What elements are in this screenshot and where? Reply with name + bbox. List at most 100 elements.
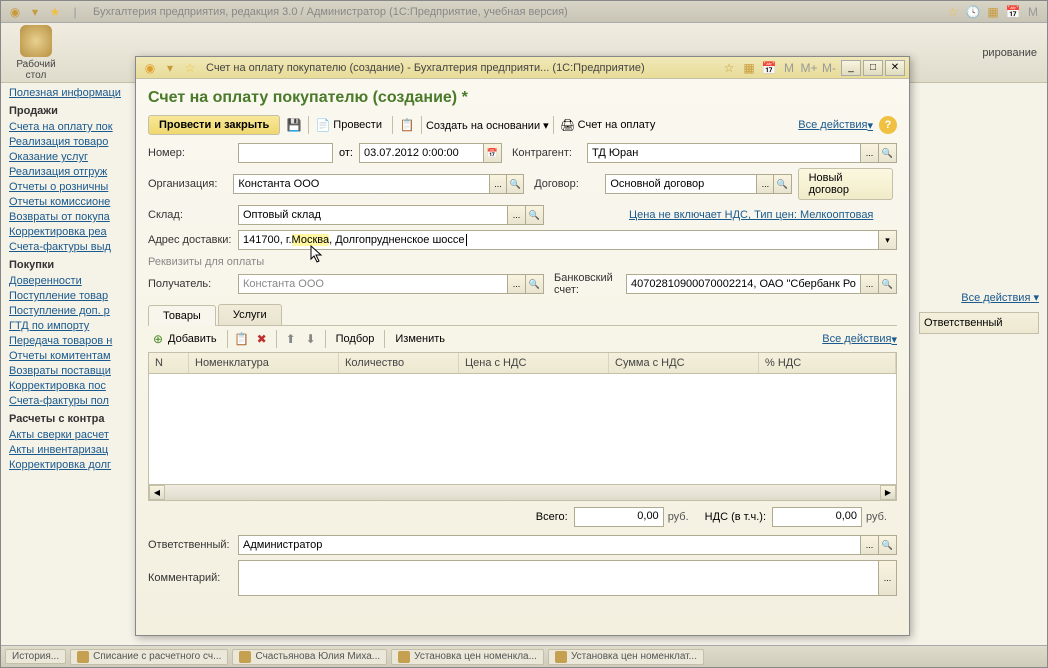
- star-icon[interactable]: ★: [47, 4, 63, 20]
- tool-icon[interactable]: M-: [821, 60, 837, 76]
- star-icon[interactable]: ☆: [182, 60, 198, 76]
- up-icon[interactable]: ⬆: [283, 331, 299, 347]
- select-button[interactable]: ...: [490, 174, 507, 194]
- grid-body[interactable]: [149, 374, 896, 484]
- help-icon[interactable]: ?: [879, 116, 897, 134]
- bank-input[interactable]: [626, 274, 861, 294]
- down-icon[interactable]: ⬇: [303, 331, 319, 347]
- new-contract-button[interactable]: Новый договор: [798, 168, 893, 200]
- copy-icon[interactable]: 📋: [234, 331, 250, 347]
- post-button[interactable]: Провести: [333, 119, 382, 131]
- number-input[interactable]: [238, 143, 333, 163]
- sidebar-item[interactable]: Передача товаров н: [9, 335, 146, 347]
- col-nomenclature[interactable]: Номенклатура: [189, 353, 339, 373]
- tool-icon[interactable]: 📅: [761, 60, 777, 76]
- clock-icon[interactable]: 🕓: [965, 4, 981, 20]
- scroll-right[interactable]: ▶: [880, 485, 896, 500]
- search-button[interactable]: 🔍: [507, 174, 524, 194]
- sidebar-item[interactable]: Счета-фактуры пол: [9, 395, 146, 407]
- sidebar-item[interactable]: Счета-фактуры выд: [9, 241, 146, 253]
- tool-icon[interactable]: M+: [801, 60, 817, 76]
- col-vat[interactable]: % НДС: [759, 353, 896, 373]
- save-icon[interactable]: 💾: [286, 117, 302, 133]
- select-button[interactable]: Подбор: [336, 333, 375, 345]
- create-based-button[interactable]: Создать на основании ▾: [426, 119, 549, 132]
- desktop-button[interactable]: Рабочий стол: [11, 25, 61, 81]
- sidebar-item[interactable]: Поступление доп. р: [9, 305, 146, 317]
- select-button[interactable]: ...: [861, 535, 879, 555]
- scroll-left[interactable]: ◀: [149, 485, 165, 500]
- all-actions-link[interactable]: Все действия ▾: [822, 333, 897, 346]
- sidebar-item[interactable]: Возвраты от покупа: [9, 211, 146, 223]
- sidebar-item[interactable]: Счета на оплату пок: [9, 121, 146, 133]
- sidebar-item[interactable]: Корректировка реа: [9, 226, 146, 238]
- search-button[interactable]: 🔍: [526, 205, 544, 225]
- maximize-button[interactable]: □: [863, 60, 883, 76]
- col-price[interactable]: Цена с НДС: [459, 353, 609, 373]
- delete-icon[interactable]: ✖: [254, 331, 270, 347]
- edit-button[interactable]: Изменить: [395, 333, 445, 345]
- search-button[interactable]: 🔍: [879, 143, 897, 163]
- minimize-button[interactable]: _: [841, 60, 861, 76]
- search-button[interactable]: 🔍: [526, 274, 544, 294]
- status-task[interactable]: Списание с расчетного сч...: [70, 649, 228, 665]
- dropdown-button[interactable]: ▾: [879, 230, 897, 250]
- sidebar-item[interactable]: Поступление товар: [9, 290, 146, 302]
- sidebar-item[interactable]: Реализация товаро: [9, 136, 146, 148]
- recipient-input[interactable]: [238, 274, 508, 294]
- col-sum[interactable]: Сумма с НДС: [609, 353, 759, 373]
- date-input[interactable]: [359, 143, 484, 163]
- post-and-close-button[interactable]: Провести и закрыть: [148, 115, 280, 135]
- sidebar-info-link[interactable]: Полезная информаци: [9, 87, 146, 99]
- all-actions-link[interactable]: Все действия ▾: [919, 291, 1039, 304]
- select-button[interactable]: ...: [508, 274, 526, 294]
- price-note-link[interactable]: Цена не включает НДС, Тип цен: Мелкоопто…: [629, 209, 873, 221]
- select-button[interactable]: ...: [757, 174, 774, 194]
- post-icon[interactable]: 📄: [315, 117, 331, 133]
- sidebar-item[interactable]: Акты инвентаризац: [9, 444, 146, 456]
- add-button[interactable]: Добавить: [168, 333, 217, 345]
- search-button[interactable]: 🔍: [879, 274, 897, 294]
- sidebar-item[interactable]: Корректировка долг: [9, 459, 146, 471]
- fav-icon[interactable]: ☆: [945, 4, 961, 20]
- tool-icon[interactable]: ▦: [741, 60, 757, 76]
- history-button[interactable]: История...: [5, 649, 66, 664]
- sidebar-item[interactable]: Доверенности: [9, 275, 146, 287]
- search-button[interactable]: 🔍: [879, 535, 897, 555]
- status-task[interactable]: Установка цен номенклат...: [548, 649, 704, 665]
- search-button[interactable]: 🔍: [774, 174, 791, 194]
- counterparty-input[interactable]: [587, 143, 861, 163]
- org-input[interactable]: [233, 174, 490, 194]
- status-task[interactable]: Счастьянова Юлия Миха...: [232, 649, 387, 665]
- invoice-print-button[interactable]: Счет на оплату: [578, 119, 656, 131]
- add-icon[interactable]: ⊕: [150, 331, 166, 347]
- warehouse-input[interactable]: [238, 205, 508, 225]
- select-button[interactable]: ...: [879, 560, 897, 596]
- sidebar-item[interactable]: Возвраты поставщи: [9, 365, 146, 377]
- col-n[interactable]: N: [149, 353, 189, 373]
- dropdown-icon[interactable]: ▾: [27, 4, 43, 20]
- sidebar-item[interactable]: Акты сверки расчет: [9, 429, 146, 441]
- responsible-input[interactable]: [238, 535, 861, 555]
- contract-input[interactable]: [605, 174, 757, 194]
- comment-input[interactable]: [238, 560, 879, 596]
- sidebar-item[interactable]: Реализация отгруж: [9, 166, 146, 178]
- tab-services[interactable]: Услуги: [218, 304, 282, 325]
- select-button[interactable]: ...: [861, 143, 879, 163]
- col-qty[interactable]: Количество: [339, 353, 459, 373]
- m-icon[interactable]: M: [1025, 4, 1041, 20]
- select-button[interactable]: ...: [861, 274, 879, 294]
- calendar-button[interactable]: 📅: [484, 143, 502, 163]
- tool-icon[interactable]: M: [781, 60, 797, 76]
- close-button[interactable]: ✕: [885, 60, 905, 76]
- tool-icon[interactable]: ☆: [721, 60, 737, 76]
- calc-icon[interactable]: ▦: [985, 4, 1001, 20]
- calendar-icon[interactable]: 📅: [1005, 4, 1021, 20]
- sidebar-item[interactable]: ГТД по импорту: [9, 320, 146, 332]
- doc-icon[interactable]: 📋: [399, 117, 415, 133]
- all-actions-link[interactable]: Все действия ▾: [798, 119, 873, 132]
- sidebar-item[interactable]: Оказание услуг: [9, 151, 146, 163]
- sidebar-item[interactable]: Отчеты комиссионе: [9, 196, 146, 208]
- sidebar-item[interactable]: Корректировка пос: [9, 380, 146, 392]
- tab-goods[interactable]: Товары: [148, 305, 216, 326]
